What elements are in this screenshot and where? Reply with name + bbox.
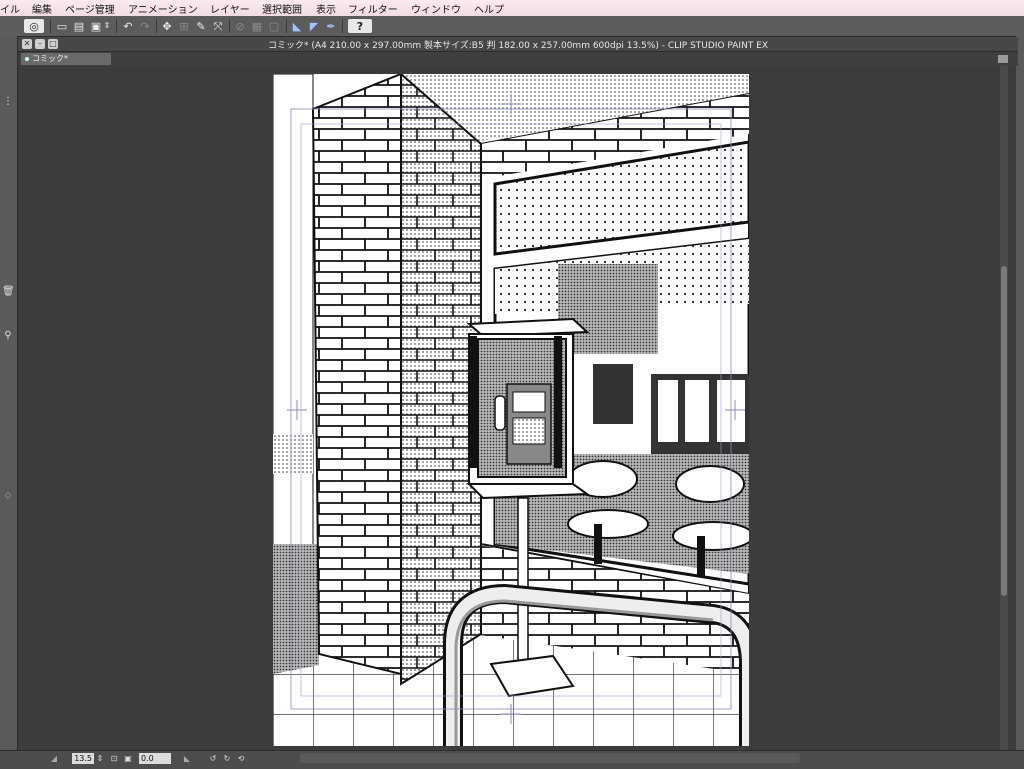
- brick-pillar-front: [311, 74, 402, 676]
- drawing-canvas[interactable]: [273, 74, 749, 746]
- layer-mask-icon[interactable]: ▢: [267, 19, 281, 33]
- undo-icon[interactable]: ↶: [121, 19, 135, 33]
- manga-artwork: [273, 74, 749, 746]
- menu-filter[interactable]: フィルター: [348, 1, 398, 16]
- command-bar: ◎ ▭ ▤ ▣ ⇕ ↶ ↷ ✥ ⊞ ✎ ⤧ ⊘ ▦ ▢ ◣ ◤ ✒ ?: [0, 16, 1024, 37]
- menu-selection[interactable]: 選択範囲: [262, 1, 302, 16]
- zoom-icon[interactable]: ⚲: [2, 330, 14, 342]
- left-tool-panel: ⋮ 🗑 ⚲ ♢: [0, 36, 18, 750]
- menu-bar: イル 編集 ページ管理 アニメーション レイヤー 選択範囲 表示 フィルター ウ…: [0, 0, 1024, 17]
- document-tab-row: コミック*: [18, 52, 1018, 66]
- rotate-left-icon[interactable]: ↺: [208, 753, 218, 764]
- save-icon[interactable]: ▣: [89, 19, 103, 33]
- eraser-icon[interactable]: 🗑: [2, 286, 15, 298]
- window-title: コミック* (A4 210.00 x 297.00mm 製本サイズ:B5 判 1…: [267, 41, 769, 51]
- selection-spin-icon[interactable]: ✥: [160, 19, 174, 33]
- menu-window[interactable]: ウィンドウ: [411, 1, 461, 16]
- fit-icon[interactable]: ⊡: [109, 753, 119, 764]
- rotation-slider-icon[interactable]: ◣: [172, 753, 202, 764]
- rotation-field[interactable]: 0.0: [139, 753, 171, 764]
- menu-animation[interactable]: アニメーション: [128, 1, 198, 16]
- menu-edit[interactable]: 編集: [32, 1, 52, 16]
- app-logo-icon[interactable]: ◎: [24, 19, 44, 33]
- menu-help[interactable]: ヘルプ: [474, 1, 504, 16]
- actual-size-icon[interactable]: ▣: [123, 753, 133, 764]
- ruler-icon[interactable]: ◣: [290, 19, 304, 33]
- reset-rotation-icon[interactable]: ⟲: [236, 753, 246, 764]
- pen-pressure-icon[interactable]: ✒: [324, 19, 338, 33]
- transform-icon[interactable]: ⊞: [177, 19, 191, 33]
- vertical-scroll-thumb[interactable]: [1001, 266, 1007, 596]
- crop-icon[interactable]: ▦: [250, 19, 264, 33]
- menu-view[interactable]: 表示: [316, 1, 336, 16]
- menu-file[interactable]: イル: [0, 1, 20, 16]
- tab-comic[interactable]: コミック*: [21, 53, 111, 65]
- zoom-slider-icon[interactable]: ◢: [40, 753, 68, 764]
- rotate-right-icon[interactable]: ↻: [222, 753, 232, 764]
- vertical-scrollbar[interactable]: [1000, 66, 1008, 750]
- deselect-icon[interactable]: ⤧: [211, 19, 225, 33]
- fill-icon[interactable]: ✎: [194, 19, 208, 33]
- redo-icon[interactable]: ↷: [138, 19, 152, 33]
- menu-layer[interactable]: レイヤー: [210, 1, 250, 16]
- new-file-icon[interactable]: ▭: [55, 19, 69, 33]
- light-icon[interactable]: ♢: [2, 491, 14, 503]
- zoom-level-field[interactable]: 13.5: [72, 753, 94, 764]
- tab-label: コミック*: [32, 54, 68, 63]
- menu-page-management[interactable]: ページ管理: [65, 1, 115, 16]
- tab-menu-icon[interactable]: [998, 55, 1008, 63]
- open-file-icon[interactable]: ▤: [72, 19, 86, 33]
- zoom-stepper-icon[interactable]: ⇕: [95, 753, 105, 764]
- horizontal-scrollbar[interactable]: [300, 753, 800, 763]
- right-panel-edge: [1016, 36, 1024, 750]
- clear-icon[interactable]: ⊘: [233, 19, 247, 33]
- save-options-chevron-icon[interactable]: ⇕: [103, 19, 111, 33]
- panel-grip-icon[interactable]: ⋮: [2, 96, 14, 108]
- document-title-bar: ✕ – □ コミック* (A4 210.00 x 297.00mm 製本サイズ:…: [18, 37, 1018, 52]
- help-icon[interactable]: ?: [348, 19, 372, 33]
- tab-close-icon[interactable]: [25, 56, 29, 61]
- perspective-ruler-icon[interactable]: ◤: [307, 19, 321, 33]
